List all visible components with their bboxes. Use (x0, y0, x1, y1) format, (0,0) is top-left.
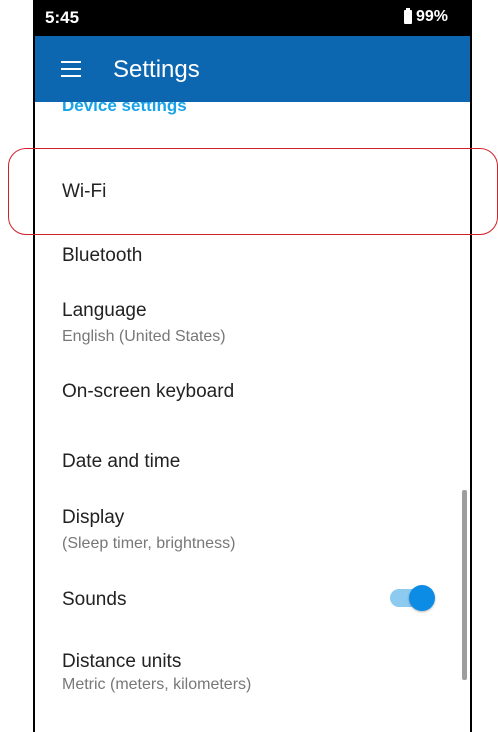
device-frame-right (470, 0, 472, 732)
settings-item-wifi[interactable]: Wi-Fi (62, 181, 106, 203)
settings-item-distance-units[interactable]: Distance units Metric (meters, kilometer… (62, 651, 251, 694)
hamburger-menu-icon-overlay[interactable] (61, 61, 81, 77)
toggle-thumb (409, 585, 435, 611)
settings-item-title: Wi-Fi (62, 181, 107, 202)
scrollbar[interactable] (462, 490, 467, 680)
sounds-toggle[interactable] (387, 585, 437, 611)
page-title-overlay: Settings (113, 56, 200, 83)
settings-item-title: Date and time (62, 451, 181, 472)
settings-item-date-time[interactable]: Date and time (62, 451, 180, 473)
status-time: 5:45 (45, 8, 80, 27)
settings-item-title: On-screen keyboard (62, 381, 235, 402)
settings-item-language[interactable]: Language English (United States) (62, 300, 226, 346)
settings-item-bluetooth[interactable]: Bluetooth (62, 245, 142, 267)
settings-item-title: Language (62, 300, 147, 321)
settings-item-keyboard[interactable]: On-screen keyboard (62, 381, 234, 403)
app-bar-overlay: Settings (35, 36, 470, 102)
settings-item-title: Display (62, 507, 125, 528)
settings-item-title: Bluetooth (62, 245, 143, 266)
settings-item-subtitle: English (United States) (62, 328, 226, 345)
battery-charging-icon (403, 8, 412, 24)
settings-item-title: Sounds (62, 589, 127, 610)
settings-item-subtitle: (Sleep timer, brightness) (62, 535, 236, 552)
settings-item-title: Distance units (62, 651, 182, 672)
device-frame-left (33, 0, 35, 732)
settings-item-subtitle: Metric (meters, kilometers) (62, 676, 252, 693)
battery-percent: 99% (415, 8, 448, 25)
status-bar: 5:45 99% (35, 0, 470, 36)
settings-item-sounds[interactable]: Sounds (62, 589, 126, 611)
status-battery: 99% (403, 8, 448, 26)
settings-item-display[interactable]: Display (Sleep timer, brightness) (62, 507, 235, 553)
